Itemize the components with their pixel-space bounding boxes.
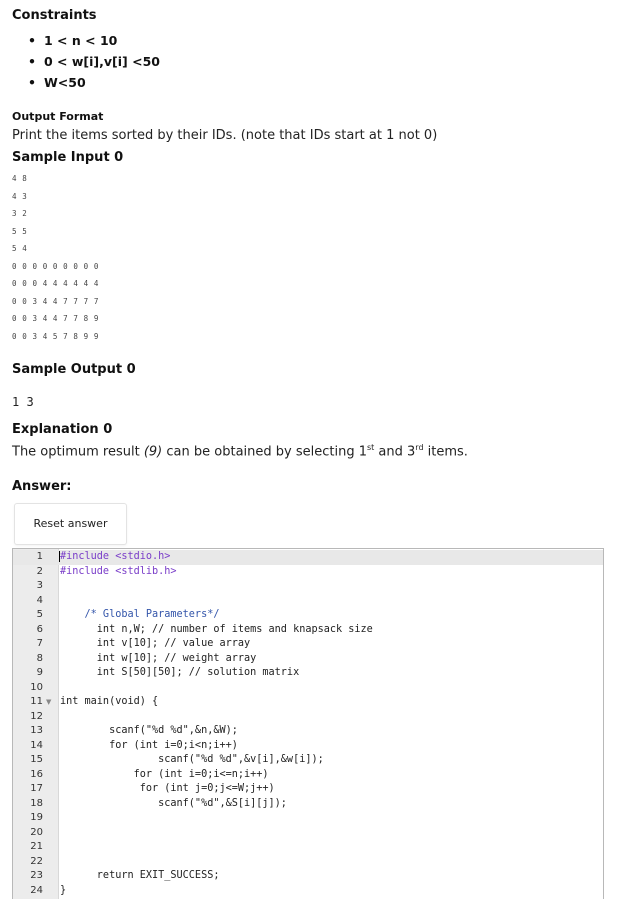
code-line[interactable]: 4 bbox=[13, 594, 603, 609]
code-line[interactable]: 22 bbox=[13, 855, 603, 870]
code-line[interactable]: 6 int n,W; // number of items and knapsa… bbox=[13, 623, 603, 638]
code-text: } bbox=[60, 884, 67, 896]
constraints-list: • 1 < n < 10 • 0 < w[i],v[i] <50 • W<50 bbox=[28, 32, 160, 95]
code-line[interactable]: 17 for (int j=0;j<=W;j++) bbox=[13, 782, 603, 797]
code-line[interactable]: 24} bbox=[13, 884, 603, 899]
line-number: 4 bbox=[36, 594, 43, 606]
code-text: int v[10]; // value array bbox=[60, 638, 251, 649]
code-text: #include <stdlib.h> bbox=[60, 565, 177, 577]
sample-input-block: 4 8 4 3 3 2 5 5 5 4 0 0 0 0 0 0 0 0 0 0 0 0 4 … bbox=[12, 170, 99, 345]
line-number: 10 bbox=[30, 681, 43, 693]
code-line[interactable]: 19 bbox=[13, 811, 603, 826]
sample-output-value: 1 3 bbox=[12, 395, 34, 409]
code-line[interactable]: 15 scanf("%d %d",&v[i],&w[i]); bbox=[13, 753, 603, 768]
code-text: int w[10]; // weight array bbox=[60, 652, 257, 664]
code-text: int n,W; // number of items and knapsack… bbox=[60, 623, 373, 635]
answer-heading: Answer: bbox=[12, 479, 72, 494]
sample-input-line: 5 5 bbox=[12, 226, 28, 236]
code-text: scanf("%d %d",&v[i],&w[i]); bbox=[60, 754, 324, 765]
fold-arrow-icon[interactable]: ▼ bbox=[46, 695, 51, 710]
constraint-item: • W<50 bbox=[28, 75, 86, 90]
code-line[interactable]: 20 bbox=[13, 826, 603, 841]
reset-answer-button[interactable]: Reset answer bbox=[14, 503, 127, 545]
code-line[interactable]: 2 #include <stdlib.h> bbox=[13, 565, 603, 580]
line-number: 8 bbox=[36, 652, 43, 664]
code-text: #include <stdio.h> bbox=[60, 551, 171, 562]
sample-input-line: 5 4 bbox=[12, 244, 28, 253]
line-number: 20 bbox=[30, 826, 43, 838]
line-number: 23 bbox=[30, 870, 43, 881]
line-number: 6 bbox=[36, 623, 43, 635]
code-line[interactable]: 21 bbox=[13, 840, 603, 855]
code-text: for (int i=0;i<=n;i++) bbox=[60, 768, 269, 780]
sample-input-line: 3 2 bbox=[12, 209, 28, 218]
explanation-heading: Explanation 0 bbox=[12, 422, 113, 437]
sample-output-heading: Sample Output 0 bbox=[12, 362, 136, 377]
code-text: scanf("%d",&S[i][j]); bbox=[60, 797, 287, 809]
line-number: 12 bbox=[30, 710, 43, 722]
text-cursor bbox=[59, 551, 60, 562]
line-number: 3 bbox=[36, 580, 43, 591]
code-line[interactable]: 1 #include <stdio.h> bbox=[13, 550, 603, 565]
line-number: 21 bbox=[30, 841, 43, 852]
code-line[interactable]: 14 for (int i=0;i<n;i++) bbox=[13, 739, 603, 754]
code-line[interactable]: 12 bbox=[13, 710, 603, 725]
explanation-text: The optimum result (9) can be obtained b… bbox=[12, 443, 468, 460]
constraint-item: • 0 < w[i],v[i] <50 bbox=[28, 54, 160, 69]
code-text: scanf("%d %d",&n,&W); bbox=[60, 725, 238, 736]
sample-input-line: 0 0 3 4 4 7 7 7 7 bbox=[12, 296, 99, 306]
constraint-item: • 1 < n < 10 bbox=[28, 33, 118, 48]
line-number: 1 bbox=[36, 551, 43, 562]
code-line[interactable]: 9 int S[50][50]; // solution matrix bbox=[13, 666, 603, 681]
line-number: 15 bbox=[30, 754, 43, 765]
line-number: 19 bbox=[30, 812, 43, 823]
line-number: 16 bbox=[30, 768, 43, 780]
line-number: 11 bbox=[30, 696, 43, 707]
code-editor[interactable]: 1 #include <stdio.h> 2 #include <stdlib.h> 3… bbox=[12, 548, 604, 899]
constraints-heading: Constraints bbox=[12, 8, 97, 23]
sample-input-line: 4 3 bbox=[12, 191, 28, 201]
code-line[interactable]: 8 int w[10]; // weight array bbox=[13, 652, 603, 667]
sample-input-heading: Sample Input 0 bbox=[12, 150, 124, 165]
line-number: 17 bbox=[30, 783, 43, 794]
code-line[interactable]: 7 int v[10]; // value array bbox=[13, 637, 603, 652]
code-line[interactable]: 5 /* Global Parameters*/ bbox=[13, 608, 603, 623]
code-line[interactable]: 3 bbox=[13, 579, 603, 594]
sample-input-line: 0 0 3 4 5 7 8 9 9 bbox=[12, 331, 99, 341]
code-line[interactable]: 23 return EXIT_SUCCESS; bbox=[13, 869, 603, 884]
code-line[interactable]: 16 for (int i=0;i<=n;i++) bbox=[13, 768, 603, 783]
code-text: int main(void) { bbox=[60, 696, 159, 707]
line-number: 24 bbox=[30, 884, 43, 896]
sample-input-line: 0 0 3 4 4 7 7 8 9 bbox=[12, 314, 99, 323]
code-line[interactable]: 10 bbox=[13, 681, 603, 696]
code-text: for (int j=0;j<=W;j++) bbox=[60, 783, 275, 794]
sample-input-line: 4 8 bbox=[12, 174, 28, 183]
output-format-text: Print the items sorted by their IDs. (no… bbox=[12, 128, 438, 143]
line-number: 2 bbox=[36, 565, 43, 577]
line-number: 18 bbox=[30, 797, 43, 809]
line-number: 5 bbox=[36, 609, 43, 620]
sample-input-line: 0 0 0 0 0 0 0 0 0 bbox=[12, 261, 99, 271]
line-number: 13 bbox=[30, 725, 43, 736]
code-line[interactable]: 18 scanf("%d",&S[i][j]); bbox=[13, 797, 603, 812]
line-number: 7 bbox=[36, 638, 43, 649]
line-number: 9 bbox=[36, 667, 43, 678]
code-line[interactable]: 13 scanf("%d %d",&n,&W); bbox=[13, 724, 603, 739]
code-text: int S[50][50]; // solution matrix bbox=[60, 667, 300, 678]
line-number: 14 bbox=[30, 739, 43, 751]
sample-input-line: 0 0 0 4 4 4 4 4 4 bbox=[12, 279, 99, 288]
code-text: return EXIT_SUCCESS; bbox=[60, 870, 220, 881]
code-line[interactable]: 11 ▼ int main(void) { bbox=[13, 695, 603, 710]
output-format-heading: Output Format bbox=[12, 110, 104, 123]
code-text: /* Global Parameters*/ bbox=[60, 609, 220, 620]
line-number: 22 bbox=[30, 855, 43, 867]
code-text: for (int i=0;i<n;i++) bbox=[60, 739, 238, 751]
